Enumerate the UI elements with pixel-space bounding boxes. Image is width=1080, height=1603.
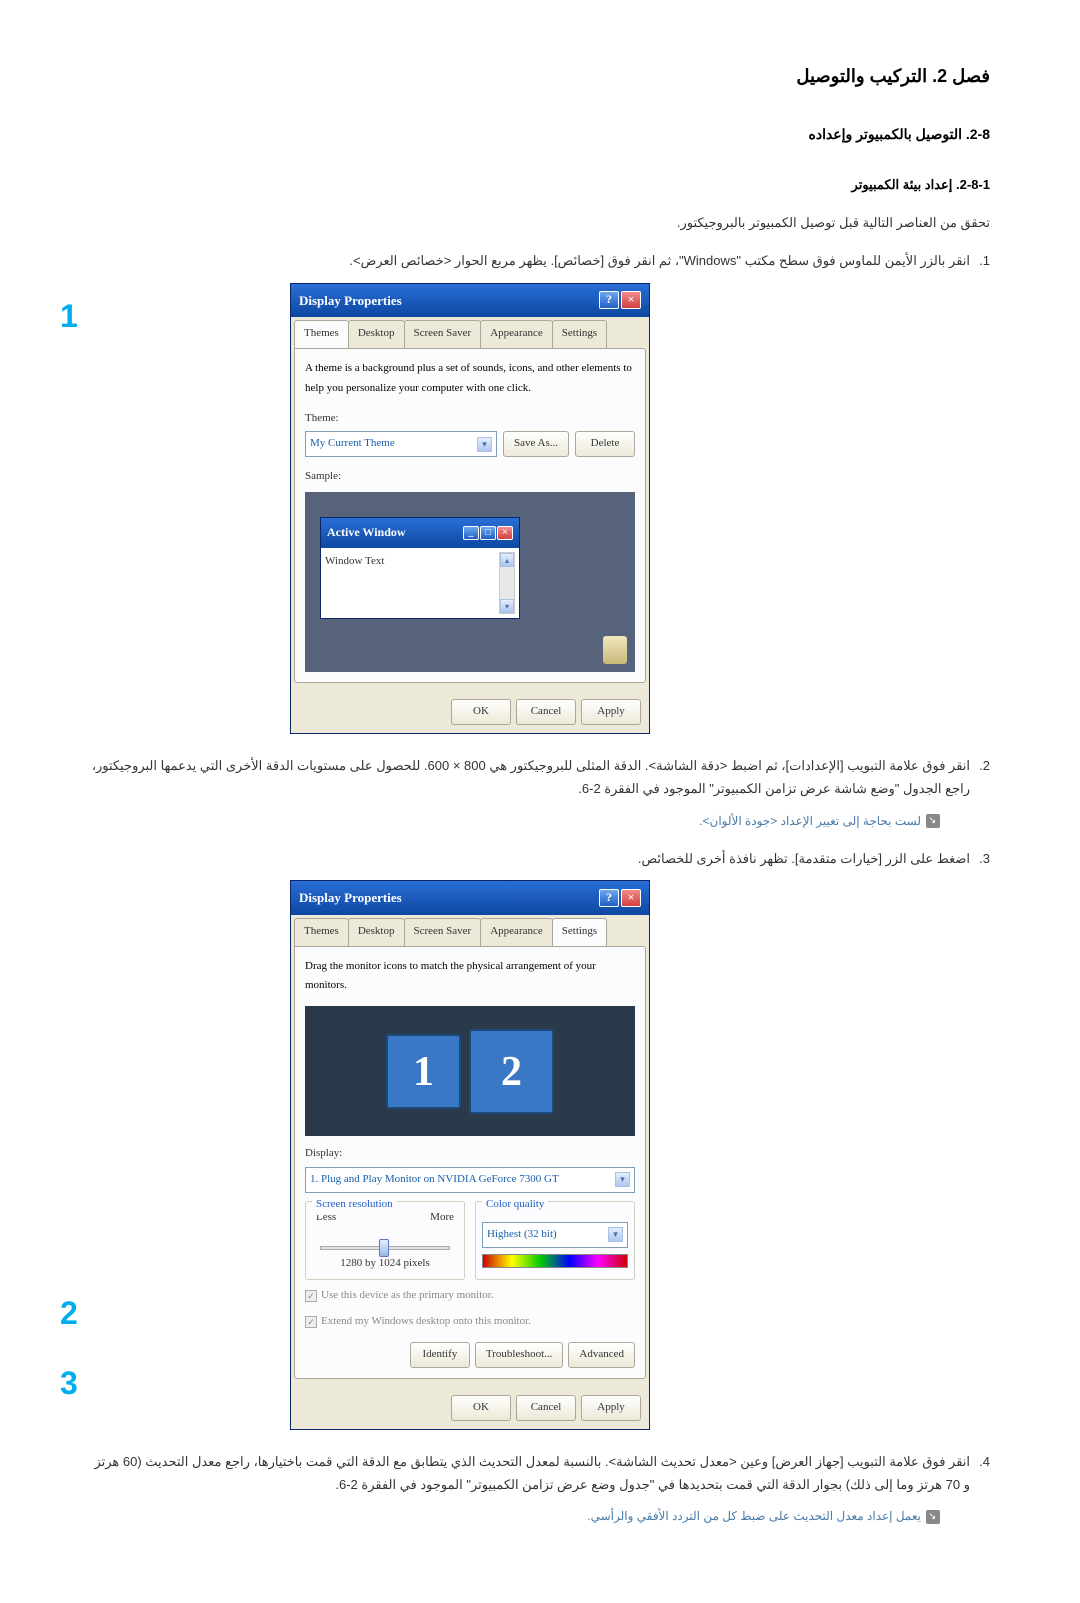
ok-button[interactable]: OK bbox=[451, 699, 511, 725]
delete-button[interactable]: Delete bbox=[575, 431, 635, 457]
callout-3: 3 bbox=[60, 1355, 78, 1413]
note-2: يعمل إعداد معدل التحديث على ضبط كل من ال… bbox=[90, 1506, 940, 1528]
help-button[interactable]: ? bbox=[599, 889, 619, 907]
tab-screensaver[interactable]: Screen Saver bbox=[404, 320, 482, 348]
sample-preview: Active Window _ □ × Window Text ▴ ▾ bbox=[305, 492, 635, 672]
subsection-title: 2-8-1. إعداد بيئة الكمبيوتر bbox=[90, 173, 990, 196]
tab-strip: Themes Desktop Screen Saver Appearance S… bbox=[291, 317, 649, 348]
note-icon bbox=[926, 1510, 940, 1524]
tab-settings[interactable]: Settings bbox=[552, 918, 607, 946]
extend-desktop-checkbox: ✓ Extend my Windows desktop onto this mon… bbox=[305, 1312, 635, 1332]
dialog-title: Display Properties bbox=[299, 886, 402, 909]
minimize-icon: _ bbox=[463, 526, 479, 540]
tab-desktop[interactable]: Desktop bbox=[348, 918, 405, 946]
theme-description: A theme is a background plus a set of so… bbox=[305, 359, 635, 399]
close-icon: × bbox=[497, 526, 513, 540]
color-quality-combo[interactable]: Highest (32 bit) ▾ bbox=[482, 1222, 628, 1248]
scroll-up-icon: ▴ bbox=[500, 553, 514, 567]
note-2-text: يعمل إعداد معدل التحديث على ضبط كل من ال… bbox=[587, 1509, 921, 1523]
step-1: انقر بالزر الأيمن للماوس فوق سطح مكتب "W… bbox=[90, 249, 990, 733]
tab-settings[interactable]: Settings bbox=[552, 320, 607, 348]
close-button[interactable]: × bbox=[621, 291, 641, 309]
note-1-text: لست بحاجة إلى تغيير الإعداد <جودة الألوا… bbox=[699, 814, 921, 828]
color-quality-group: Color quality Highest (32 bit) ▾ bbox=[475, 1201, 635, 1281]
callout-2: 2 bbox=[60, 1285, 78, 1343]
titlebar: Display Properties ? × bbox=[291, 881, 649, 914]
chk1-label: Use this device as the primary monitor. bbox=[321, 1289, 494, 1301]
note-1: لست بحاجة إلى تغيير الإعداد <جودة الألوا… bbox=[90, 811, 940, 833]
monitor-1-icon[interactable]: 1 bbox=[386, 1034, 461, 1109]
step-3-text: اضغط على الزر [خيارات متقدمة]. تظهر نافذ… bbox=[638, 851, 970, 866]
tab-themes[interactable]: Themes bbox=[294, 918, 349, 946]
identify-button[interactable]: Identify bbox=[410, 1342, 470, 1368]
ok-button[interactable]: OK bbox=[451, 1395, 511, 1421]
step-1-text: انقر بالزر الأيمن للماوس فوق سطح مكتب "W… bbox=[349, 253, 970, 268]
resolution-slider[interactable] bbox=[320, 1246, 450, 1250]
checkbox-icon: ✓ bbox=[305, 1290, 317, 1302]
scroll-down-icon: ▾ bbox=[500, 599, 514, 613]
scrollbar: ▴ ▾ bbox=[499, 552, 515, 614]
tab-strip: Themes Desktop Screen Saver Appearance S… bbox=[291, 915, 649, 946]
callout-1: 1 bbox=[60, 288, 78, 346]
titlebar: Display Properties ? × bbox=[291, 284, 649, 317]
sample-active-window: Active Window _ □ × Window Text ▴ ▾ bbox=[320, 517, 520, 619]
troubleshoot-button[interactable]: Troubleshoot... bbox=[475, 1342, 564, 1368]
chevron-down-icon: ▾ bbox=[477, 437, 492, 452]
maximize-icon: □ bbox=[480, 526, 496, 540]
tab-desktop[interactable]: Desktop bbox=[348, 320, 405, 348]
display-properties-dialog-2: Display Properties ? × Themes Desktop Sc… bbox=[290, 880, 650, 1429]
close-button[interactable]: × bbox=[621, 889, 641, 907]
color-gradient-bar bbox=[482, 1254, 628, 1268]
help-button[interactable]: ? bbox=[599, 291, 619, 309]
step-3: اضغط على الزر [خيارات متقدمة]. تظهر نافذ… bbox=[90, 847, 990, 1430]
tab-screensaver[interactable]: Screen Saver bbox=[404, 918, 482, 946]
apply-button[interactable]: Apply bbox=[581, 1395, 641, 1421]
theme-combo[interactable]: My Current Theme ▾ bbox=[305, 431, 497, 457]
chevron-down-icon: ▾ bbox=[608, 1227, 623, 1242]
step-4: انقر فوق علامة التبويب [جهاز العرض] وعين… bbox=[90, 1450, 990, 1528]
slider-thumb[interactable] bbox=[379, 1239, 389, 1257]
apply-button[interactable]: Apply bbox=[581, 699, 641, 725]
step-2: انقر فوق علامة التبويب [الإعدادات]، ثم ا… bbox=[90, 754, 990, 832]
primary-monitor-checkbox: ✓ Use this device as the primary monitor. bbox=[305, 1286, 635, 1306]
display-combo-value: 1. Plug and Play Monitor on NVIDIA GeFor… bbox=[310, 1170, 559, 1190]
tab-appearance[interactable]: Appearance bbox=[480, 918, 553, 946]
color-quality-value: Highest (32 bit) bbox=[487, 1225, 557, 1245]
color-quality-label: Color quality bbox=[482, 1195, 548, 1215]
checkbox-icon: ✓ bbox=[305, 1316, 317, 1328]
window-text: Window Text bbox=[325, 552, 384, 614]
slider-more: More bbox=[430, 1208, 454, 1228]
settings-description: Drag the monitor icons to match the phys… bbox=[305, 957, 635, 997]
save-as-button[interactable]: Save As... bbox=[503, 431, 569, 457]
cancel-button[interactable]: Cancel bbox=[516, 699, 576, 725]
section-title: 2-8. التوصيل بالكمبيوتر وإعداده bbox=[90, 122, 990, 147]
recycle-bin-icon bbox=[603, 636, 627, 664]
tab-appearance[interactable]: Appearance bbox=[480, 320, 553, 348]
display-properties-dialog-1: Display Properties ? × Themes Desktop Sc… bbox=[290, 283, 650, 734]
cancel-button[interactable]: Cancel bbox=[516, 1395, 576, 1421]
chapter-title: فصل 2. التركيب والتوصيل bbox=[90, 60, 990, 92]
active-window-title: Active Window bbox=[327, 522, 406, 544]
resolution-group: Screen resolution Less More 1280 by 1024… bbox=[305, 1201, 465, 1281]
chk2-label: Extend my Windows desktop onto this moni… bbox=[321, 1315, 531, 1327]
intro-text: تحقق من العناصر التالية قبل توصيل الكمبي… bbox=[90, 211, 990, 234]
step-2-text: انقر فوق علامة التبويب [الإعدادات]، ثم ا… bbox=[92, 758, 970, 796]
theme-combo-value: My Current Theme bbox=[310, 434, 395, 454]
chevron-down-icon: ▾ bbox=[615, 1172, 630, 1187]
display-label: Display: bbox=[305, 1144, 635, 1164]
sample-label: Sample: bbox=[305, 467, 635, 487]
display-combo[interactable]: 1. Plug and Play Monitor on NVIDIA GeFor… bbox=[305, 1167, 635, 1193]
step-4-text: انقر فوق علامة التبويب [جهاز العرض] وعين… bbox=[94, 1454, 970, 1492]
theme-label: Theme: bbox=[305, 409, 635, 429]
tab-themes[interactable]: Themes bbox=[294, 320, 349, 348]
monitor-arrangement[interactable]: 1 2 bbox=[305, 1006, 635, 1136]
note-icon bbox=[926, 814, 940, 828]
monitor-2-icon[interactable]: 2 bbox=[469, 1029, 554, 1114]
resolution-label: Screen resolution bbox=[312, 1195, 397, 1215]
dialog-title: Display Properties bbox=[299, 289, 402, 312]
advanced-button[interactable]: Advanced bbox=[568, 1342, 635, 1368]
